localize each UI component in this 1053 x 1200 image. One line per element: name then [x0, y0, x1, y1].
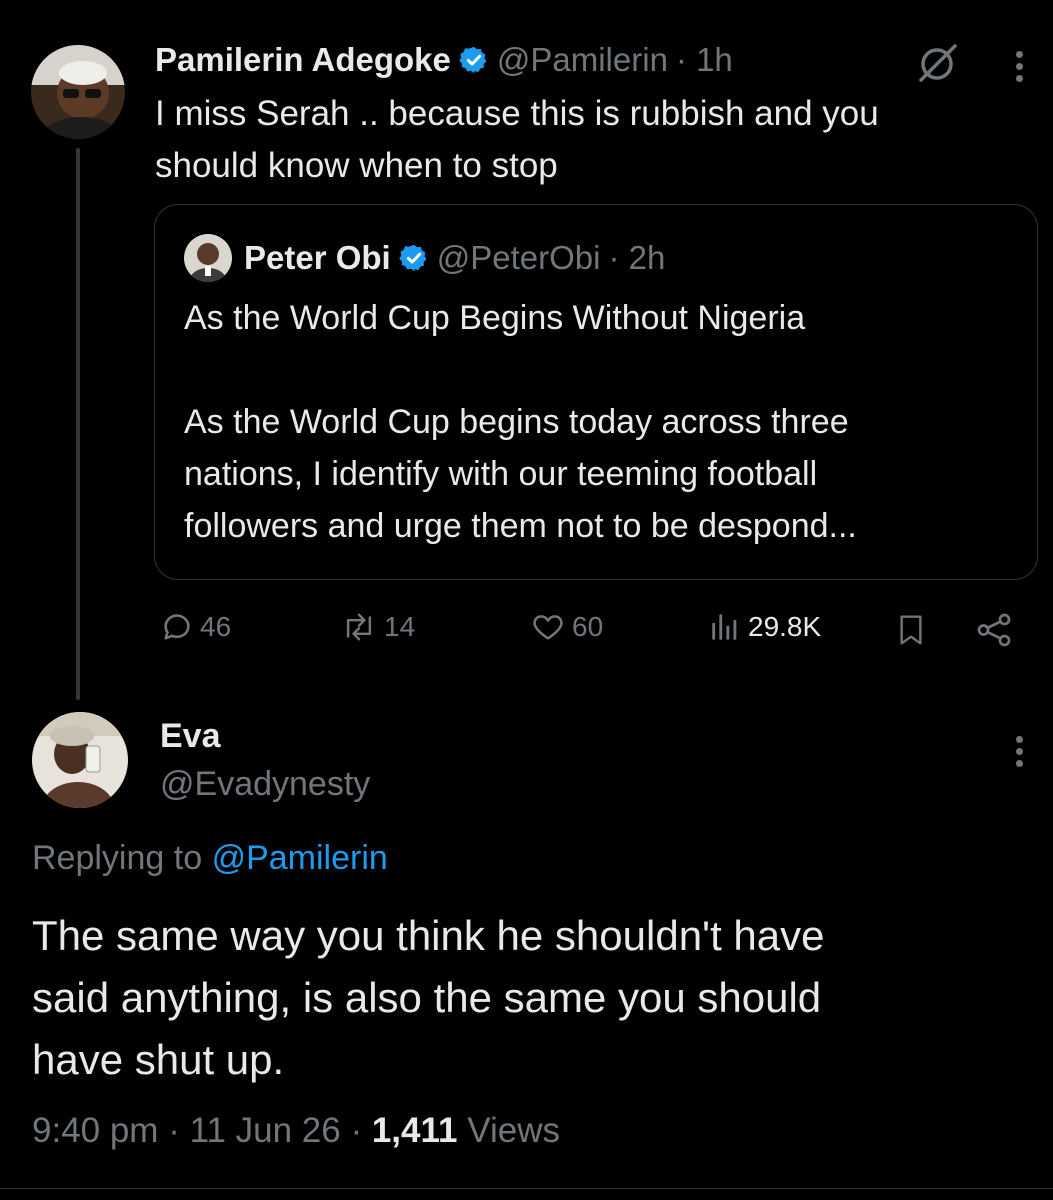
reply-icon: [160, 610, 194, 644]
like-count: 60: [572, 611, 604, 642]
reply-date[interactable]: · 11 Jun 26 ·: [168, 1111, 362, 1150]
verified-badge-icon: [459, 45, 489, 75]
replying-to-handle[interactable]: @Pamilerin: [212, 839, 388, 877]
quoted-author-handle: @PeterObi: [436, 239, 601, 276]
quoted-body-line: nations, I identify with our teeming foo…: [184, 455, 818, 493]
more-icon[interactable]: [1016, 736, 1024, 772]
thread-line: [76, 148, 80, 700]
reply-text-line: have shut up.: [32, 1036, 285, 1083]
quoted-author-name: Peter Obi: [244, 239, 391, 276]
reply-views-label: Views: [467, 1111, 560, 1150]
reply-text-line: The same way you think he shouldn't have: [32, 912, 825, 959]
views-icon: [708, 610, 742, 644]
views-button[interactable]: 29.8K: [708, 610, 821, 644]
reply-time[interactable]: 9:40 pm: [32, 1111, 158, 1150]
verified-badge-icon: [398, 243, 429, 273]
quoted-body-line: followers and urge them not to be despon…: [184, 507, 857, 545]
divider: [0, 1188, 1053, 1189]
author-name[interactable]: Pamilerin Adegoke: [155, 41, 451, 79]
more-icon[interactable]: [1016, 51, 1024, 87]
reply-author-name[interactable]: Eva: [160, 712, 370, 760]
tweet-text-line: I miss Serah .. because this is rubbish …: [155, 94, 879, 133]
reply-views-count: 1,411: [371, 1111, 458, 1150]
like-button[interactable]: 60: [530, 610, 603, 644]
bookmark-icon[interactable]: [895, 612, 927, 648]
reply-avatar[interactable]: [32, 712, 128, 808]
tweet-text-line: should know when to stop: [155, 146, 558, 185]
repost-button[interactable]: 14: [340, 610, 415, 644]
avatar-image: [31, 45, 125, 139]
quoted-tweet-time: · 2h: [608, 239, 666, 276]
reply-avatar-image: [32, 712, 128, 808]
like-icon: [530, 610, 566, 644]
quoted-title: As the World Cup Begins Without Nigeria: [184, 299, 806, 337]
author-handle[interactable]: @Pamilerin: [497, 41, 668, 79]
grok-icon[interactable]: [913, 40, 961, 88]
avatar[interactable]: [31, 45, 125, 139]
reply-button[interactable]: 46: [160, 610, 231, 644]
quoted-body-line: As the World Cup begins today across thr…: [184, 403, 849, 441]
views-count: 29.8K: [748, 611, 822, 642]
repost-icon: [340, 610, 378, 644]
repost-count: 14: [384, 611, 416, 642]
quoted-avatar: [184, 234, 232, 282]
reply-author-handle[interactable]: @Evadynesty: [160, 760, 370, 808]
reply-text-line: said anything, is also the same you shou…: [32, 974, 822, 1021]
tweet-time[interactable]: · 1h: [676, 41, 733, 79]
reply-count: 46: [200, 611, 232, 642]
share-icon[interactable]: [974, 612, 1014, 648]
replying-to-label: Replying to: [32, 839, 203, 877]
